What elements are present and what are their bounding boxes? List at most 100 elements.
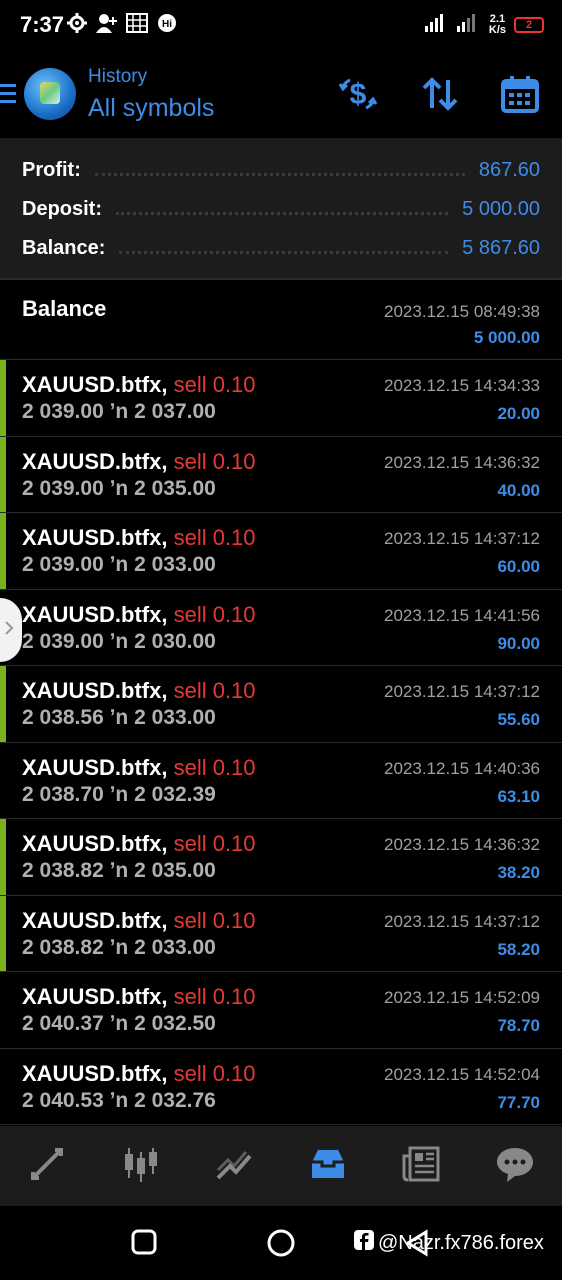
home-button[interactable]: [266, 1228, 296, 1258]
balance-label: Balance:: [22, 236, 106, 259]
signal-icon: [456, 12, 481, 37]
profit-accent-bar: [0, 819, 6, 895]
sort-button[interactable]: [420, 76, 460, 116]
status-bar: 7:37 Hi 2.1 K/s 2: [0, 0, 562, 52]
trade-row[interactable]: XAUUSD.btfx, sell 0.10 2 040.53 ʼn 2 032.…: [0, 1048, 562, 1125]
trade-symbol: XAUUSD.btfx, sell 0.10: [22, 678, 256, 704]
balance-entry-amount: 5 000.00: [473, 328, 540, 347]
currency-button[interactable]: $: [338, 76, 378, 116]
status-icons: Hi: [66, 12, 178, 34]
trade-row[interactable]: XAUUSD.btfx, sell 0.10 2 039.00 ʼn 2 030.…: [0, 589, 562, 666]
trade-datetime: 2023.12.15 14:52:04: [384, 1064, 540, 1084]
trade-side: sell 0.10: [173, 1060, 256, 1086]
profit-accent-bar: [0, 666, 6, 742]
profit-accent-bar: [0, 513, 6, 589]
trade-side: sell 0.10: [173, 984, 256, 1009]
trade-side: sell 0.10: [173, 448, 256, 474]
square-icon: [130, 1229, 158, 1260]
nav-news[interactable]: [375, 1126, 469, 1206]
trade-profit: 77.70: [497, 1092, 540, 1112]
trade-row[interactable]: XAUUSD.btfx, sell 0.10 2 039.00 ʼn 2 033.…: [0, 513, 562, 590]
balance-value: 5 867.60: [462, 236, 540, 259]
header-title[interactable]: All symbols: [88, 94, 214, 123]
trade-profit: 60.00: [497, 557, 540, 576]
balance-entry[interactable]: Balance 2023.12.15 08:49:38 5 000.00: [0, 282, 562, 360]
trade-prices: 2 038.56 ʼn 2 033.00: [22, 706, 216, 729]
trade-symbol: XAUUSD.btfx, sell 0.10: [22, 1061, 256, 1087]
facebook-icon: [354, 1230, 374, 1256]
header-subtitle: History: [88, 66, 148, 87]
app-logo[interactable]: [24, 68, 76, 120]
trade-profit: 40.00: [497, 480, 540, 500]
trade-row[interactable]: XAUUSD.btfx, sell 0.10 2 038.70 ʼn 2 032.…: [0, 742, 562, 819]
add-user-icon: [96, 12, 118, 34]
bottom-nav: [0, 1126, 562, 1206]
trade-profit: 38.20: [497, 863, 540, 882]
trade-prices: 2 039.00 ʼn 2 030.00: [22, 629, 216, 653]
trade-datetime: 2023.12.15 14:36:32: [384, 835, 540, 854]
nav-quotes[interactable]: [0, 1126, 94, 1206]
quotes-icon: [27, 1144, 67, 1189]
net-speed: 2.1 K/s: [488, 12, 506, 36]
app-header: History All symbols $: [0, 52, 562, 138]
trade-prices: 2 038.82 ʼn 2 035.00: [22, 859, 216, 882]
calendar-button[interactable]: [500, 75, 540, 118]
status-right: 2.1 K/s 2: [424, 12, 544, 37]
trade-datetime: 2023.12.15 14:37:12: [384, 911, 540, 931]
trade-datetime: 2023.12.15 14:36:32: [384, 452, 540, 472]
trade-profit: 90.00: [497, 633, 540, 653]
nav-chart[interactable]: [94, 1126, 188, 1206]
trade-datetime: 2023.12.15 14:40:36: [384, 758, 540, 778]
symbol-name: XAUUSD.btfx,: [22, 754, 168, 780]
chat-icon: [495, 1144, 535, 1189]
trade-datetime: 2023.12.15 14:41:56: [384, 605, 540, 625]
profit-accent-bar: [0, 895, 6, 971]
trade-row[interactable]: XAUUSD.btfx, sell 0.10 2 040.37 ʼn 2 032.…: [0, 972, 562, 1049]
watermark: @Nazr.fx786.forex: [354, 1230, 544, 1256]
profit-label: Profit:: [22, 158, 81, 181]
profit-accent-bar: [0, 436, 6, 512]
trade-row[interactable]: XAUUSD.btfx, sell 0.10 2 038.56 ʼn 2 033.…: [0, 666, 562, 743]
trade-symbol: XAUUSD.btfx, sell 0.10: [22, 831, 256, 857]
profit-value: 867.60: [478, 158, 540, 181]
trade-symbol: XAUUSD.btfx, sell 0.10: [22, 525, 256, 551]
balance-entry-label: Balance: [22, 296, 107, 321]
balance-row: Balance: 5 867.60: [22, 233, 540, 263]
summary-panel: Profit: 867.60 Deposit: 5 000.00 Balance…: [0, 138, 562, 280]
currency-icon: $: [338, 76, 378, 117]
nav-chat[interactable]: [468, 1126, 562, 1206]
calendar-icon: [501, 75, 539, 118]
trade-row[interactable]: XAUUSD.btfx, sell 0.10 2 039.00 ʼn 2 035.…: [0, 436, 562, 513]
settings-icon: [66, 12, 88, 34]
trade-row[interactable]: XAUUSD.btfx, sell 0.10 2 038.82 ʼn 2 035.…: [0, 819, 562, 896]
trade-datetime: 2023.12.15 14:37:12: [384, 682, 540, 701]
dotted-leader: [119, 250, 449, 254]
svg-text:$: $: [350, 78, 367, 111]
signal-icon: [424, 12, 449, 37]
trade-row[interactable]: XAUUSD.btfx, sell 0.10 2 039.00 ʼn 2 037.…: [0, 360, 562, 437]
status-time: 7:37: [20, 12, 65, 37]
nav-history[interactable]: [281, 1126, 375, 1206]
dotted-leader: [94, 172, 465, 176]
sort-icon: [421, 76, 459, 117]
recent-apps-button[interactable]: [130, 1228, 160, 1258]
menu-icon[interactable]: [0, 84, 18, 106]
trade-profit: 20.00: [497, 404, 540, 423]
symbol-name: XAUUSD.btfx,: [22, 831, 168, 856]
trade-profit: 55.60: [497, 710, 540, 729]
news-icon: [402, 1144, 442, 1189]
symbol-name: XAUUSD.btfx,: [22, 525, 168, 550]
trade-side: sell 0.10: [173, 601, 256, 627]
history-icon: [308, 1144, 348, 1189]
dotted-leader: [116, 211, 449, 215]
trade-symbol: XAUUSD.btfx, sell 0.10: [22, 449, 256, 475]
symbol-name: XAUUSD.btfx,: [22, 601, 168, 627]
chevron-right-icon: [4, 620, 14, 641]
symbol-name: XAUUSD.btfx,: [22, 678, 168, 703]
hi-icon: Hi: [156, 12, 178, 34]
trade-prices: 2 039.00 ʼn 2 037.00: [22, 400, 216, 423]
nav-trade[interactable]: [187, 1126, 281, 1206]
trade-row[interactable]: XAUUSD.btfx, sell 0.10 2 038.82 ʼn 2 033.…: [0, 895, 562, 972]
trade-prices: 2 039.00 ʼn 2 035.00: [22, 476, 216, 500]
trade-symbol: XAUUSD.btfx, sell 0.10: [22, 755, 256, 781]
